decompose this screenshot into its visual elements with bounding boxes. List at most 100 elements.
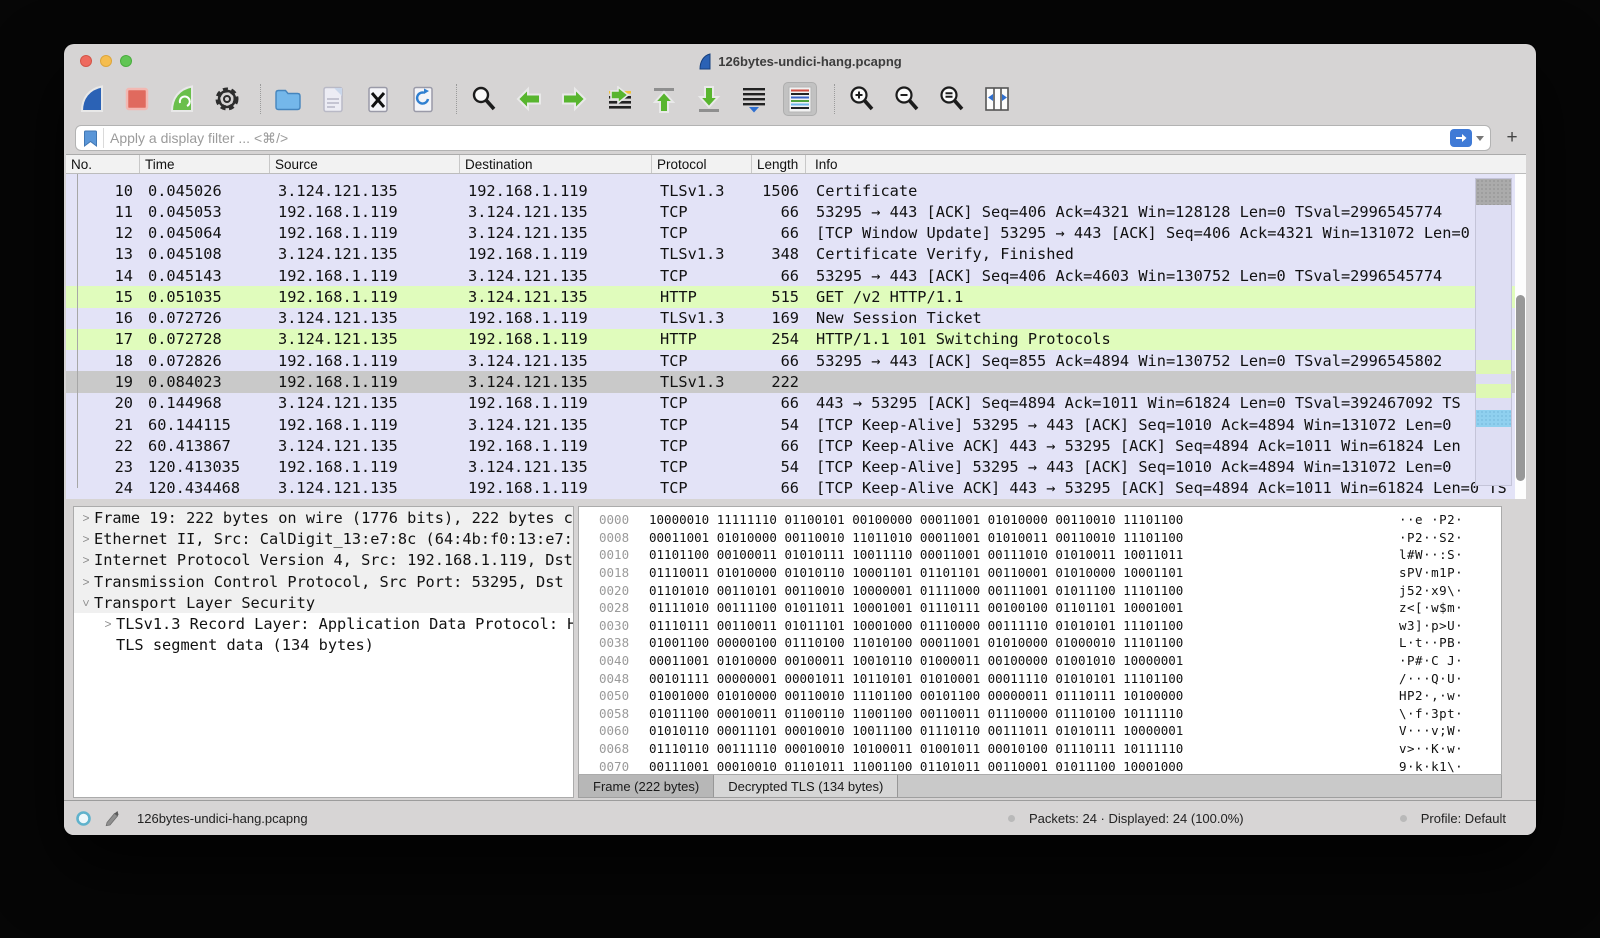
- save-file-button[interactable]: [317, 83, 349, 115]
- folder-icon: [274, 87, 302, 111]
- stop-capture-button[interactable]: [121, 83, 153, 115]
- profile-label[interactable]: Profile: Default: [1421, 811, 1506, 826]
- capture-options-button[interactable]: [211, 83, 243, 115]
- zoom-out-button[interactable]: [891, 83, 923, 115]
- resize-columns-button[interactable]: [981, 83, 1013, 115]
- detail-line[interactable]: >Internet Protocol Version 4, Src: 192.1…: [74, 550, 573, 571]
- cell-info: [TCP Keep-Alive] 53295 → 443 [ACK] Seq=1…: [806, 458, 1526, 476]
- byte-ascii: L·t··PB·: [1399, 635, 1463, 650]
- expander-closed-icon[interactable]: >: [100, 617, 116, 631]
- auto-scroll-button[interactable]: [738, 83, 770, 115]
- add-filter-button[interactable]: +: [1499, 126, 1525, 150]
- expander-closed-icon[interactable]: >: [78, 532, 94, 546]
- bytes-row-0068[interactable]: 006801110110 00111110 00010010 10100011 …: [579, 740, 1501, 758]
- byte-bits: 10000010 11111110 01100101 00100000 0001…: [649, 512, 1183, 527]
- zoom-in-button[interactable]: [846, 83, 878, 115]
- packet-row-24[interactable]: 24120.4344683.124.121.135192.168.1.119TC…: [66, 478, 1526, 499]
- previous-packet-button[interactable]: [513, 83, 545, 115]
- bytes-row-0048[interactable]: 004800101111 00000001 00001011 10110101 …: [579, 669, 1501, 687]
- byte-offset: 0038: [599, 635, 649, 650]
- cell-length: 169: [752, 309, 806, 327]
- start-capture-button[interactable]: [76, 83, 108, 115]
- last-packet-button[interactable]: [693, 83, 725, 115]
- cell-time: 0.084023: [140, 373, 270, 391]
- packet-row-17[interactable]: 170.0727283.124.121.135192.168.1.119HTTP…: [66, 329, 1526, 350]
- go-to-packet-button[interactable]: [603, 83, 635, 115]
- colorize-packets-button[interactable]: [783, 82, 817, 116]
- restart-capture-button[interactable]: [166, 83, 198, 115]
- detail-line[interactable]: >Ethernet II, Src: CalDigit_13:e7:8c (64…: [74, 528, 573, 549]
- column-header-protocol[interactable]: Protocol: [652, 155, 752, 173]
- packet-list-scrollbar[interactable]: [1515, 174, 1526, 499]
- reload-file-button[interactable]: [407, 83, 439, 115]
- packet-row-23[interactable]: 23120.413035192.168.1.1193.124.121.135TC…: [66, 456, 1526, 477]
- bytes-tab-frame[interactable]: Frame (222 bytes): [579, 775, 714, 797]
- cell-protocol: TCP: [652, 437, 752, 455]
- titlebar: 126bytes-undici-hang.pcapng: [64, 44, 1536, 78]
- close-file-button[interactable]: [362, 83, 394, 115]
- filter-bookmark-icon[interactable]: [80, 128, 104, 148]
- bytes-row-0028[interactable]: 002801111010 00111100 01011011 10001001 …: [579, 599, 1501, 617]
- expander-open-icon[interactable]: >: [79, 595, 93, 611]
- detail-line[interactable]: >Frame 19: 222 bytes on wire (1776 bits)…: [74, 507, 573, 528]
- packet-row-21[interactable]: 2160.144115192.168.1.1193.124.121.135TCP…: [66, 414, 1526, 435]
- detail-line[interactable]: >TLSv1.3 Record Layer: Application Data …: [74, 613, 573, 634]
- scrollbar-thumb[interactable]: [1516, 295, 1525, 481]
- bytes-row-0058[interactable]: 005801011100 00010011 01100110 11001100 …: [579, 705, 1501, 723]
- magnifier-minus-icon: [893, 85, 921, 113]
- packet-row-10[interactable]: 100.0450263.124.121.135192.168.1.119TLSv…: [66, 180, 1526, 201]
- packet-row-18[interactable]: 180.072826192.168.1.1193.124.121.135TCP6…: [66, 350, 1526, 371]
- detail-line[interactable]: >Transport Layer Security: [74, 592, 573, 613]
- cell-source: 192.168.1.119: [270, 458, 460, 476]
- expander-closed-icon[interactable]: >: [78, 553, 94, 567]
- packet-row-13[interactable]: 130.0451083.124.121.135192.168.1.119TLSv…: [66, 244, 1526, 265]
- cell-protocol: TCP: [652, 224, 752, 242]
- bytes-row-0008[interactable]: 000800011001 01010000 00110010 11011010 …: [579, 529, 1501, 547]
- detail-text: TLSv1.3 Record Layer: Application Data P…: [116, 615, 573, 633]
- bytes-tab-decrypted[interactable]: Decrypted TLS (134 bytes): [714, 775, 898, 797]
- packet-row-19[interactable]: 190.084023192.168.1.1193.124.121.135TLSv…: [66, 371, 1526, 392]
- capture-comment-icon[interactable]: [104, 810, 119, 827]
- filter-dropdown-caret[interactable]: [1476, 136, 1484, 141]
- open-file-button[interactable]: [272, 83, 304, 115]
- expert-info-icon[interactable]: [75, 810, 92, 827]
- packet-row-11[interactable]: 110.045053192.168.1.1193.124.121.135TCP6…: [66, 201, 1526, 222]
- packet-row-15[interactable]: 150.051035192.168.1.1193.124.121.135HTTP…: [66, 286, 1526, 307]
- zoom-100-button[interactable]: [936, 83, 968, 115]
- packet-row-22[interactable]: 2260.4138673.124.121.135192.168.1.119TCP…: [66, 435, 1526, 456]
- bytes-row-0060[interactable]: 006001010110 00011101 00010010 10011100 …: [579, 722, 1501, 740]
- column-header-info[interactable]: Info: [806, 155, 1526, 173]
- bytes-row-0070[interactable]: 007000111001 00010010 01101011 11001100 …: [579, 757, 1501, 775]
- next-packet-button[interactable]: [558, 83, 590, 115]
- bytes-row-0010[interactable]: 001001101100 00100011 01010111 10011110 …: [579, 546, 1501, 564]
- column-header-source[interactable]: Source: [270, 155, 460, 173]
- first-packet-button[interactable]: [648, 83, 680, 115]
- bytes-row-0038[interactable]: 003801001100 00000100 01110100 11010100 …: [579, 634, 1501, 652]
- bytes-row-0050[interactable]: 005001001000 01010000 00110010 11101100 …: [579, 687, 1501, 705]
- column-header-time[interactable]: Time: [140, 155, 270, 173]
- display-filter-input[interactable]: Apply a display filter ... <⌘/>: [75, 125, 1491, 151]
- cell-time: 60.413867: [140, 437, 270, 455]
- packet-row-14[interactable]: 140.045143192.168.1.1193.124.121.135TCP6…: [66, 265, 1526, 286]
- column-header-no[interactable]: No.: [66, 155, 140, 173]
- packet-row-16[interactable]: 160.0727263.124.121.135192.168.1.119TLSv…: [66, 308, 1526, 329]
- bytes-row-0030[interactable]: 003001110111 00110011 01011101 10001000 …: [579, 617, 1501, 635]
- cell-destination: 3.124.121.135: [460, 352, 652, 370]
- packet-row-12[interactable]: 120.045064192.168.1.1193.124.121.135TCP6…: [66, 223, 1526, 244]
- bytes-row-0018[interactable]: 001801110011 01010000 01010110 10001101 …: [579, 564, 1501, 582]
- bytes-row-0040[interactable]: 004000011001 01010000 00100011 10010110 …: [579, 652, 1501, 670]
- intelligent-scrollbar-minimap[interactable]: [1475, 178, 1512, 486]
- find-packet-button[interactable]: [468, 83, 500, 115]
- bytes-row-0000[interactable]: 000010000010 11111110 01100101 00100000 …: [579, 511, 1501, 529]
- detail-line[interactable]: TLS segment data (134 bytes): [74, 635, 573, 656]
- bytes-row-0020[interactable]: 002001101010 00110101 00110010 10000001 …: [579, 581, 1501, 599]
- column-header-length[interactable]: Length: [752, 155, 806, 173]
- packet-row-20[interactable]: 200.1449683.124.121.135192.168.1.119TCP6…: [66, 393, 1526, 414]
- expander-closed-icon[interactable]: >: [78, 511, 94, 525]
- column-header-destination[interactable]: Destination: [460, 155, 652, 173]
- apply-filter-button[interactable]: [1450, 129, 1472, 147]
- cell-protocol: TLSv1.3: [652, 309, 752, 327]
- byte-ascii: j52·x9\·: [1399, 583, 1463, 598]
- expander-closed-icon[interactable]: >: [78, 575, 94, 589]
- detail-line[interactable]: >Transmission Control Protocol, Src Port…: [74, 571, 573, 592]
